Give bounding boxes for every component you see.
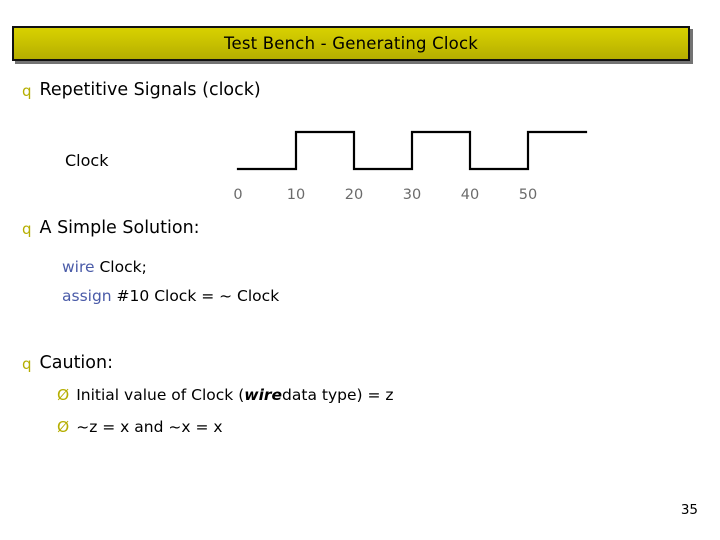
code-keyword: assign [62,287,112,305]
code-line-wire: wire Clock; [62,258,147,276]
bullet-repetitive-signals: q Repetitive Signals (clock) [22,80,261,100]
bullet-label: Caution: [39,353,113,373]
subbullet-initial-value: Ø Initial value of Clock (wire data type… [57,386,394,404]
subbullet-text-pre: ~z = x and ~x = x [76,418,223,436]
subbullet-text-pre: Initial value of Clock ( [76,386,245,404]
code-keyword: wire [62,258,95,276]
tick-label: 10 [287,187,305,203]
slide-canvas: Test Bench - Generating Clock q Repetiti… [0,0,720,540]
tick-label: 20 [345,187,363,203]
bullet-label: A Simple Solution: [39,218,200,238]
subbullet-text-emphasis: wire [244,386,283,404]
bullet-label: Repetitive Signals (clock) [39,80,261,100]
subbullet-negation-rule: Ø ~z = x and ~x = x [57,418,223,436]
clock-waveform-diagram: 0 10 20 30 40 50 [233,130,588,203]
arrow-bullet-icon: Ø [57,386,70,404]
tick-label: 50 [519,187,537,203]
waveform-tick-labels: 0 10 20 30 40 50 [233,187,537,203]
clock-waveform-label: Clock [65,151,109,170]
bullet-marker-icon: q [22,355,32,373]
page-number: 35 [680,502,698,518]
bullet-simple-solution: q A Simple Solution: [22,218,200,238]
subbullet-text-post: data type) = z [282,386,394,404]
tick-label: 40 [461,187,479,203]
slide-title-bar: Test Bench - Generating Clock [12,26,690,61]
tick-label: 30 [403,187,421,203]
code-remainder: Clock; [94,258,147,276]
waveform-trace [236,130,588,171]
tick-label: 0 [233,187,242,203]
bullet-marker-icon: q [22,220,32,238]
bullet-caution: q Caution: [22,353,113,373]
page-title: Test Bench - Generating Clock [224,34,478,53]
code-remainder: #10 Clock = ~ Clock [111,287,280,305]
bullet-marker-icon: q [22,82,32,100]
code-line-assign: assign #10 Clock = ~ Clock [62,287,279,305]
arrow-bullet-icon: Ø [57,418,70,436]
